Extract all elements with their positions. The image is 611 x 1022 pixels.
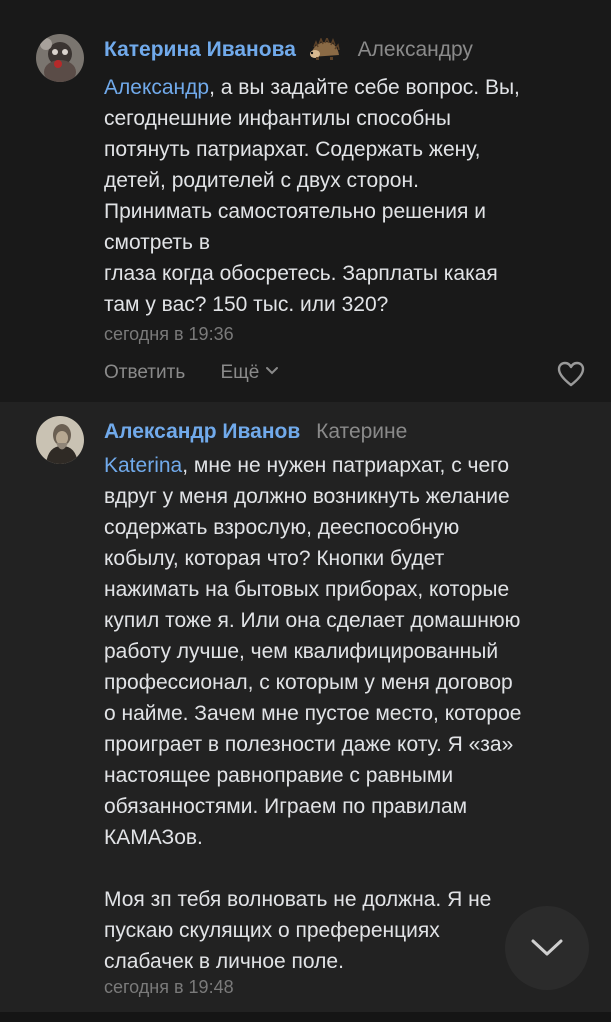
text-line: КАМАЗов.: [104, 826, 203, 849]
text-line: , а вы задайте себе вопрос. Вы,: [209, 76, 520, 99]
comment-text: Александр, а вы задайте себе вопрос. Вы,…: [104, 72, 589, 320]
avatar[interactable]: [36, 416, 84, 464]
text-line: профессионал, с которым у меня договор: [104, 671, 513, 694]
text-line: , мне не нужен патриархат, с чего: [182, 454, 510, 477]
more-label: Ещё: [220, 362, 260, 383]
text-line: настоящее равноправие с равными: [104, 764, 454, 787]
text-line: Моя зп тебя волновать не должна. Я не: [104, 888, 492, 911]
scroll-down-button[interactable]: [505, 906, 589, 990]
text-line: слабачек в личное поле.: [104, 950, 344, 973]
comment-header: Александр Иванов Катерине: [104, 420, 407, 444]
text-line: вдруг у меня должно возникнуть желание: [104, 485, 510, 508]
more-button[interactable]: Ещё: [221, 362, 279, 384]
text-line: кобылу, которая что? Кнопки будет: [104, 547, 445, 570]
text-line: обязанностями. Играем по правилам: [104, 795, 468, 818]
mention-link[interactable]: Александр: [104, 76, 209, 99]
comment-text: Katerina, мне не нужен патриархат, с чег…: [104, 450, 589, 977]
text-line: сегоднешние инфантилы способны: [104, 107, 451, 130]
comment-time[interactable]: сегодня в 19:36: [104, 324, 234, 345]
reply-to-name[interactable]: Катерине: [316, 420, 407, 443]
text-line: работу лучше, чем квалифицированный: [104, 640, 499, 663]
author-name[interactable]: Катерина Иванова: [104, 38, 296, 61]
text-line: Принимать самостоятельно решения и: [104, 200, 486, 223]
reply-button[interactable]: Ответить: [104, 362, 185, 384]
text-line: купил тоже я. Или она сделает домашнюю: [104, 609, 521, 632]
text-line: глаза когда обосретесь. Зарплаты какая: [104, 262, 498, 285]
text-line: нажимать на бытовых приборах, которые: [104, 578, 510, 601]
text-line: детей, родителей с двух сторон.: [104, 169, 419, 192]
text-line: смотреть в: [104, 231, 210, 254]
reply-to-name[interactable]: Александру: [358, 38, 473, 61]
text-line: потянуть патриархат. Содержать жену,: [104, 138, 481, 161]
bottom-bar: [0, 1012, 611, 1022]
comment-actions: Ответить Ещё: [104, 362, 279, 384]
comment-time[interactable]: сегодня в 19:48: [104, 977, 234, 998]
chevron-down-icon: [265, 367, 278, 375]
text-line: там у вас? 150 тыс. или 320?: [104, 293, 389, 316]
text-line: пускаю скулящих о преференциях: [104, 919, 440, 942]
text-line: содержать взрослую, дееспособную: [104, 516, 460, 539]
like-button[interactable]: [556, 360, 586, 393]
comment: Катерина Иванова Александру Александр, а…: [0, 0, 611, 402]
hedgehog-icon: [308, 35, 342, 66]
mention-link[interactable]: Katerina: [104, 454, 182, 477]
comment-header: Катерина Иванова Александру: [104, 35, 473, 66]
text-line: проиграет в полезности даже коту. Я «за»: [104, 733, 514, 756]
chevron-down-icon: [531, 939, 563, 956]
avatar[interactable]: [36, 34, 84, 82]
text-line: о найме. Зачем мне пустое место, которое: [104, 702, 522, 725]
author-name[interactable]: Александр Иванов: [104, 420, 300, 443]
heart-icon: [557, 361, 585, 387]
